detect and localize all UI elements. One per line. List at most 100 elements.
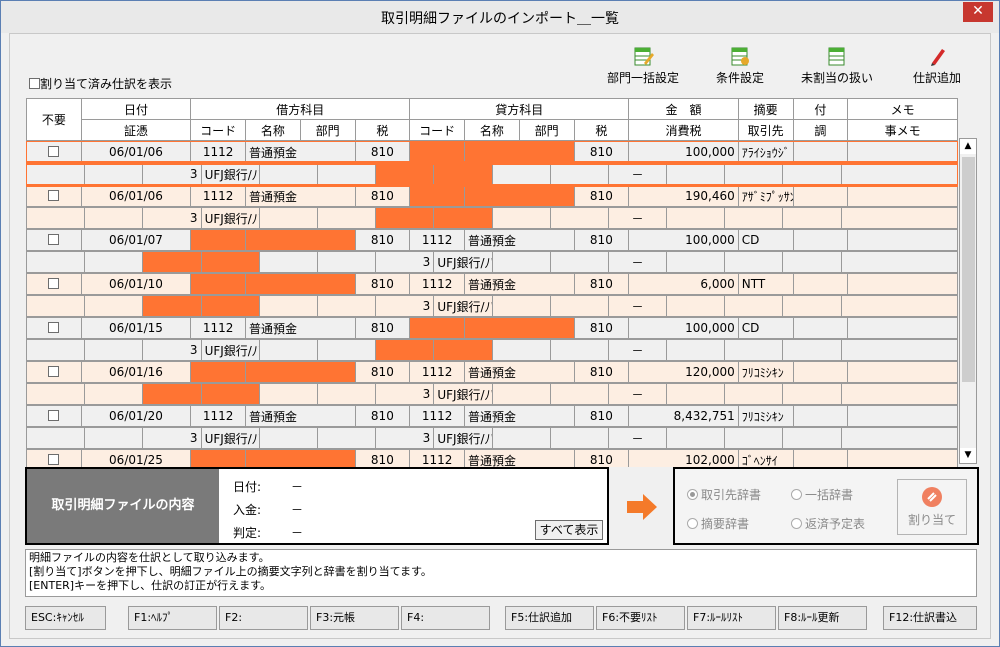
debit-blank-cell [316, 427, 377, 449]
message-line: 明細ファイルの内容を仕訳として取り込みます。 [29, 551, 270, 564]
table-row[interactable]: 06/01/06 1112 普通預金 810 810 190,460 ｱｻﾞﾐﾌﾟｯｻﾝ [26, 185, 958, 207]
summary-cell: ｱﾗｲｼｮｳｼﾞ [737, 141, 794, 163]
show-all-button[interactable]: すべて表示 [535, 520, 603, 540]
esc-cancel-button[interactable]: ESC:ｷｬﾝｾﾙ [25, 606, 106, 630]
debit-sub-name-cell [200, 251, 260, 273]
credit-code-cell: 1112 [409, 273, 465, 295]
table-row[interactable]: 06/01/16 810 1112 普通預金 810 120,000 ﾌﾘｺﾐｼｷﾝ [26, 361, 958, 383]
checkbox-box[interactable] [48, 366, 60, 377]
f1-help-button[interactable]: F1:ﾍﾙﾌﾟ [128, 606, 217, 630]
unneeded-checkbox[interactable] [26, 141, 82, 163]
credit-name-cell: 普通預金 [464, 229, 575, 251]
unneeded-checkbox[interactable] [26, 317, 82, 339]
radio-bulk-dict[interactable]: 一括辞書 [791, 486, 853, 503]
adjust-cell [782, 427, 842, 449]
table-row-sub[interactable]: 3UFJ銀行/八重洲 － [26, 207, 958, 229]
debit-tax-cell: 810 [354, 317, 411, 339]
scroll-thumb[interactable] [962, 157, 975, 382]
consumption-tax-cell: － [607, 383, 668, 405]
header-attach: 付 [792, 98, 849, 120]
table-row-sub[interactable]: 3UFJ銀行/八重洲 － [26, 339, 958, 361]
checkbox-box[interactable] [29, 78, 40, 89]
debit-tax-cell: 810 [354, 361, 411, 383]
f2-button[interactable]: F2: [219, 606, 308, 630]
checkbox-box[interactable] [48, 278, 60, 289]
table-row-sub[interactable]: 3UFJ銀行/八重洲 － [26, 251, 958, 273]
table-row[interactable]: 06/01/20 1112 普通預金 810 1112 普通預金 810 8,432,751 ﾌ… [26, 405, 958, 427]
f12-write-entry-button[interactable]: F12:仕訳書込 [883, 606, 977, 630]
table-row-sub[interactable]: 3UFJ銀行/八重洲3UFJ銀行/八重洲－ [26, 427, 958, 449]
credit-dept-cell [491, 339, 551, 361]
window-title: 取引明細ファイルのインポート＿一覧 [381, 11, 619, 27]
unneeded-checkbox[interactable] [26, 229, 82, 251]
credit-name-cell: 普通預金 [464, 273, 575, 295]
credit-tax-cell: 810 [573, 361, 630, 383]
close-button[interactable]: ✕ [963, 2, 993, 22]
debit-name-cell: 普通預金 [245, 185, 356, 207]
credit-name-cell: 普通預金 [464, 449, 575, 467]
checkbox-box[interactable] [48, 190, 60, 201]
f5-add-entry-button[interactable]: F5:仕訳追加 [505, 606, 594, 630]
adjust-cell [782, 295, 842, 317]
radio-repay-table[interactable]: 返済予定表 [791, 515, 865, 532]
title-bar: 取引明細ファイルのインポート＿一覧 ✕ [1, 1, 999, 33]
header-voucher: 証憑 [80, 119, 192, 141]
table-row-sub[interactable]: 3UFJ銀行/八重洲 － [26, 295, 958, 317]
f8-rule-update-button[interactable]: F8:ﾙｰﾙ更新 [778, 606, 867, 630]
header-credit-name: 名称 [464, 119, 520, 141]
show-assigned-checkbox[interactable]: 割り当て済み仕訳を表示 [29, 75, 172, 92]
unneeded-checkbox[interactable] [26, 449, 82, 467]
debit-name-cell [245, 273, 356, 295]
radio-summary-dict[interactable]: 摘要辞書 [687, 515, 749, 532]
f7-rule-list-button[interactable]: F7:ﾙｰﾙﾘｽﾄ [687, 606, 776, 630]
memo-cell [847, 185, 958, 207]
adjust-cell [782, 383, 842, 405]
office-memo-cell [840, 163, 958, 185]
table-row-sub[interactable]: 3UFJ銀行/八重洲 － [26, 161, 958, 187]
unassigned-button[interactable]: 未割当の扱い [796, 45, 878, 86]
dept-bulk-button[interactable]: 部門一括設定 [604, 45, 682, 86]
unneeded-checkbox[interactable] [26, 361, 82, 383]
table-row[interactable]: 06/01/25 810 1112 普通預金 810 102,000 ｺﾞﾍﾝｻｲ [26, 449, 958, 467]
checkbox-box[interactable] [48, 322, 60, 333]
radio-partner-dict[interactable]: 取引先辞書 [687, 486, 761, 503]
f6-unneeded-list-button[interactable]: F6:不要ﾘｽﾄ [596, 606, 685, 630]
credit-blank-cell [549, 163, 609, 185]
radio-selected-icon[interactable] [687, 489, 698, 500]
debit-sub-code-cell: 3 [142, 207, 202, 229]
scroll-up-icon[interactable]: ▲ [960, 139, 976, 154]
radio-icon[interactable] [791, 489, 802, 500]
voucher-cell [26, 383, 86, 405]
date-cell: 06/01/10 [80, 273, 192, 295]
checkbox-box[interactable] [48, 234, 60, 245]
debit-code-cell [190, 229, 246, 251]
adjust-cell [782, 251, 842, 273]
scroll-down-icon[interactable]: ▼ [960, 448, 976, 463]
table-row[interactable]: 06/01/15 1112 普通預金 810 810 100,000 CD [26, 317, 958, 339]
header-debit-dept: 部門 [299, 119, 356, 141]
f4-button[interactable]: F4: [401, 606, 490, 630]
radio-icon[interactable] [791, 518, 802, 529]
checkbox-box[interactable] [48, 454, 60, 465]
f3-ledger-button[interactable]: F3:元帳 [310, 606, 399, 630]
table-row[interactable]: 06/01/10 810 1112 普通預金 810 6,000 NTT [26, 273, 958, 295]
assign-button[interactable]: 割り当て [897, 479, 967, 535]
table-row-sub[interactable]: 3UFJ銀行/八重洲 － [26, 383, 958, 405]
radio-icon[interactable] [687, 518, 698, 529]
table-row[interactable]: 06/01/07 810 1112 普通預金 810 100,000 CD [26, 229, 958, 251]
checkbox-box[interactable] [48, 410, 60, 421]
add-entry-button[interactable]: 仕訳追加 [907, 45, 967, 86]
unneeded-checkbox[interactable] [26, 273, 82, 295]
unneeded-checkbox[interactable] [26, 185, 82, 207]
table-row[interactable]: 06/01/06 1112 普通預金 810 810 100,000 ｱﾗｲｼｮｳｼﾞ [26, 141, 958, 165]
condition-button[interactable]: 条件設定 [710, 45, 770, 86]
debit-dept-cell [258, 207, 318, 229]
credit-sub-code-cell: 3 [375, 383, 435, 405]
credit-code-cell: 1112 [409, 449, 465, 467]
vertical-scrollbar[interactable]: ▲ ▼ [959, 138, 977, 464]
unneeded-checkbox[interactable] [26, 405, 82, 427]
partner-cell [724, 295, 784, 317]
memo-cell [847, 449, 958, 467]
memo-cell [847, 405, 958, 427]
checkbox-box[interactable] [48, 146, 60, 157]
